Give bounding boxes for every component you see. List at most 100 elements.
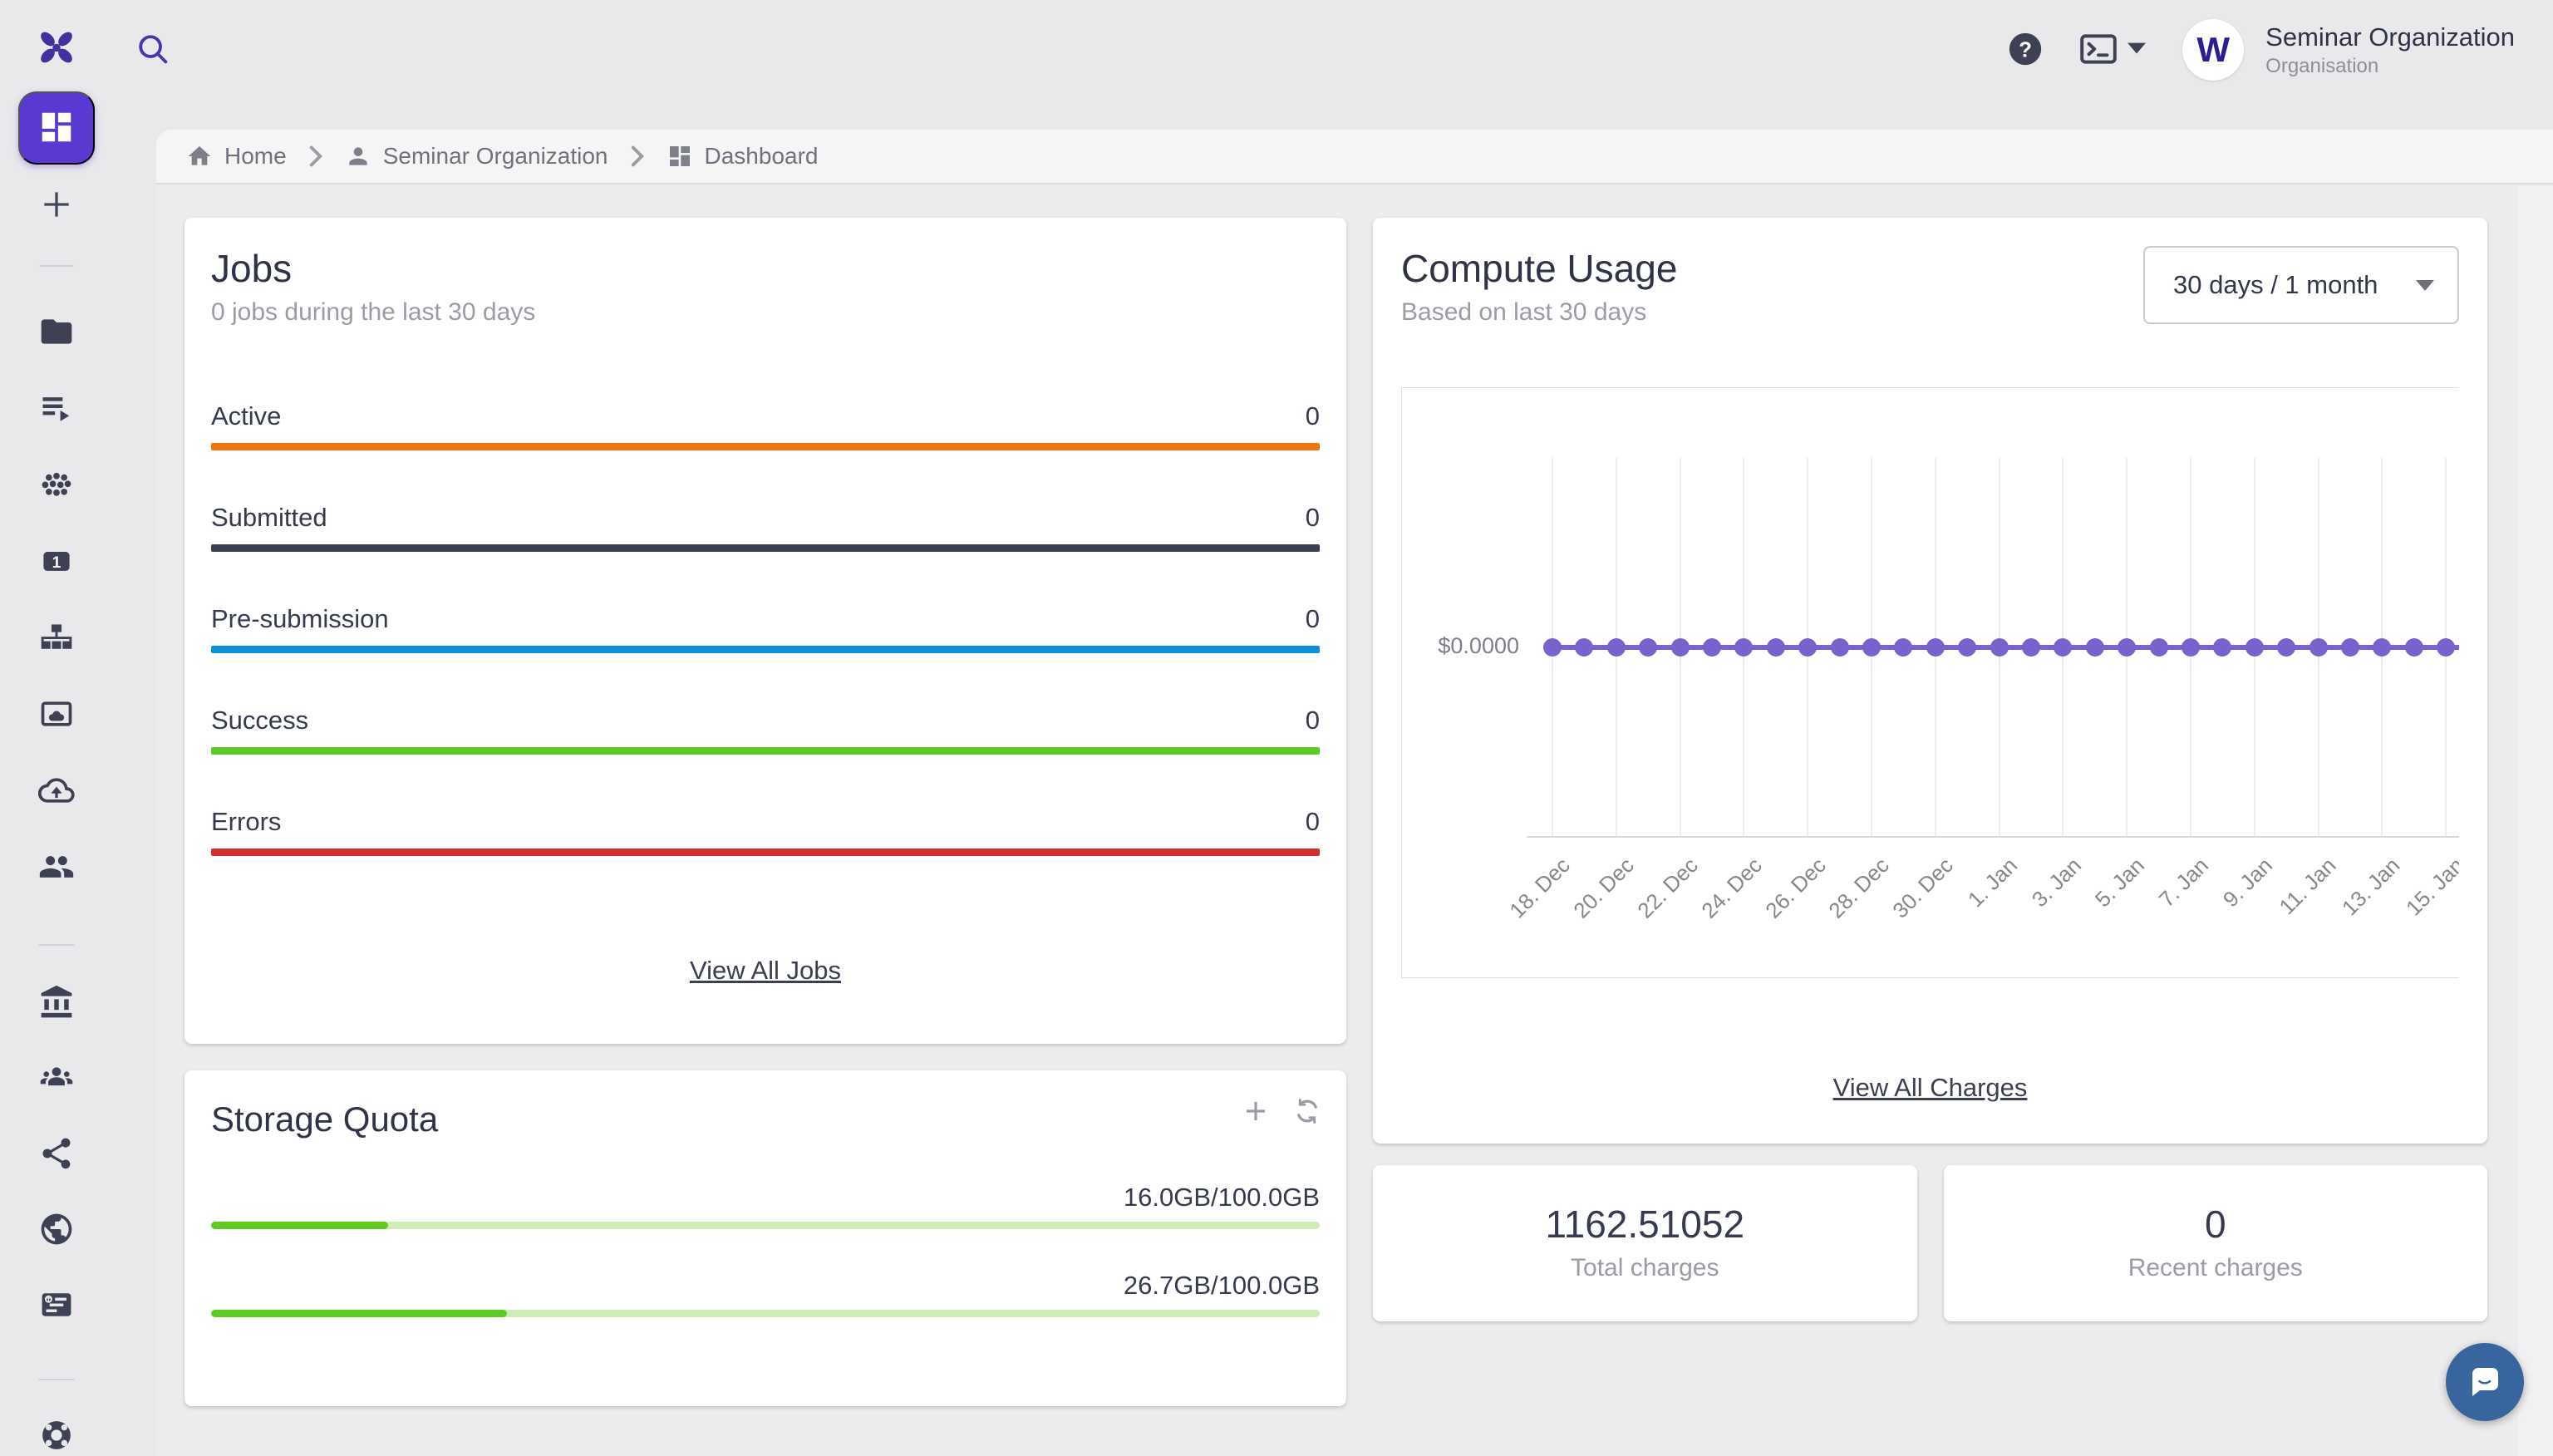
search-button[interactable] [133, 30, 173, 70]
chart-point[interactable] [1990, 638, 2009, 657]
sidebar-item-upload[interactable] [38, 772, 75, 811]
breadcrumb-home[interactable]: Home [186, 143, 287, 170]
sidebar-item-card[interactable]: 1 [38, 543, 75, 582]
topbar: ? W Seminar Organization Organisa [113, 0, 2553, 100]
view-all-jobs-link[interactable]: View All Jobs [211, 956, 1320, 986]
breadcrumb-label: Dashboard [705, 143, 819, 170]
sidebar-item-news[interactable] [38, 1286, 75, 1326]
sidebar-item-runs[interactable] [38, 390, 75, 429]
chart-point[interactable] [1958, 638, 1976, 657]
chart-point[interactable] [1767, 638, 1785, 657]
breadcrumb-label: Seminar Organization [383, 143, 608, 170]
caret-down-icon [2128, 42, 2146, 58]
chart-point[interactable] [2054, 638, 2072, 657]
dashboard-content: Jobs 0 jobs during the last 30 days Acti… [156, 184, 2553, 1406]
jobs-title: Jobs [211, 246, 1320, 291]
job-row-submitted: Submitted 0 [211, 502, 1320, 552]
chart-point[interactable] [2310, 638, 2328, 657]
org-subtitle: Organisation [2265, 54, 2515, 79]
sidebar-divider [39, 944, 74, 946]
date-range-select[interactable]: 30 days / 1 month [2143, 246, 2459, 324]
chart-point[interactable] [1639, 638, 1657, 657]
sidebar-item-support[interactable] [38, 1417, 75, 1456]
avatar[interactable]: W [2182, 19, 2244, 81]
storage-add-button[interactable] [1240, 1095, 1272, 1129]
chart-point[interactable] [2246, 638, 2264, 657]
support-icon [38, 1417, 75, 1456]
breadcrumb-dashboard[interactable]: Dashboard [667, 143, 819, 170]
left-column: Jobs 0 jobs during the last 30 days Acti… [184, 218, 1346, 1406]
help-icon: ? [2006, 30, 2044, 71]
chart-point[interactable] [2437, 638, 2455, 657]
chart-point[interactable] [2213, 638, 2231, 657]
chart-point[interactable] [2182, 638, 2200, 657]
breadcrumb: Home Seminar Organization Dashboard [156, 130, 2553, 184]
chart-point[interactable] [2118, 638, 2136, 657]
storage-meters: 16.0GB/100.0GB 26.7GB/100.0GB [211, 1182, 1320, 1317]
dashboard-grid-icon [667, 143, 693, 170]
chart-point[interactable] [1926, 638, 1945, 657]
help-button[interactable]: ? [2006, 30, 2044, 71]
storage-meter: 26.7GB/100.0GB [211, 1270, 1320, 1317]
sidebar-item-hierarchy[interactable] [38, 619, 75, 658]
chart-point[interactable] [2022, 638, 2040, 657]
chart-point[interactable] [2373, 638, 2391, 657]
storage-quota-title: Storage Quota [211, 1099, 1320, 1140]
job-status-label: Submitted [211, 502, 327, 534]
org-text: Seminar Organization Organisation [2265, 21, 2515, 79]
job-status-bar [211, 443, 1320, 450]
compute-usage-card: Compute Usage Based on last 30 days 30 d… [1373, 218, 2487, 1144]
storage-refresh-button[interactable] [1291, 1095, 1323, 1129]
sidebar-item-share[interactable] [38, 1135, 75, 1174]
storage-meter: 16.0GB/100.0GB [211, 1182, 1320, 1229]
breadcrumb-organization[interactable]: Seminar Organization [345, 143, 608, 170]
chart-point[interactable] [2277, 638, 2295, 657]
sidebar-add-button[interactable] [38, 186, 75, 225]
chart-point[interactable] [2405, 638, 2423, 657]
chevron-right-icon [308, 145, 323, 168]
chart-point[interactable] [1607, 638, 1626, 657]
chart-point[interactable] [1734, 638, 1753, 657]
chart-point[interactable] [1831, 638, 1849, 657]
compute-usage-title: Compute Usage [1401, 246, 1677, 291]
chart-point[interactable] [1543, 638, 1562, 657]
chart-point[interactable] [1703, 638, 1721, 657]
total-charges-card: 1162.51052 Total charges [1373, 1165, 1917, 1321]
sidebar-item-organization[interactable] [38, 984, 75, 1023]
cloud-upload-icon [38, 772, 75, 811]
recent-charges-label: Recent charges [2128, 1252, 2303, 1285]
sidebar-item-public[interactable] [38, 1211, 75, 1250]
sidebar-item-dashboard[interactable] [18, 91, 95, 165]
job-status-count: 0 [1306, 401, 1320, 432]
chart-point[interactable] [1798, 638, 1817, 657]
sidebar-item-members[interactable] [38, 1060, 75, 1099]
chart-point[interactable] [2086, 638, 2104, 657]
chart-point[interactable] [2341, 638, 2359, 657]
view-all-charges-link[interactable]: View All Charges [1401, 1073, 2459, 1103]
bank-icon [38, 984, 75, 1023]
home-icon [186, 143, 213, 170]
breadcrumb-label: Home [224, 143, 287, 170]
stats-row: 1162.51052 Total charges 0 Recent charge… [1373, 1165, 2487, 1321]
terminal-icon [2078, 28, 2119, 72]
card-one-icon: 1 [38, 543, 75, 582]
sidebar-item-apps[interactable] [38, 466, 75, 505]
search-icon [134, 58, 172, 71]
sidebar-item-folder[interactable] [38, 313, 75, 352]
terminal-menu-button[interactable] [2078, 28, 2146, 72]
sidebar-item-workspace[interactable] [38, 696, 75, 735]
sidebar-item-team[interactable] [38, 849, 75, 888]
compute-usage-subtitle: Based on last 30 days [1401, 296, 1677, 329]
job-status-bar [211, 747, 1320, 755]
chart-point[interactable] [1575, 638, 1593, 657]
chart-point[interactable] [1894, 638, 1912, 657]
chat-launcher-button[interactable] [2446, 1343, 2524, 1421]
chart-point[interactable] [2150, 638, 2168, 657]
chart-point[interactable] [1671, 638, 1690, 657]
jobs-card: Jobs 0 jobs during the last 30 days Acti… [184, 218, 1346, 1044]
storage-quota-card: Storage Quota [184, 1070, 1346, 1406]
job-status-label: Pre-submission [211, 603, 389, 635]
sidebar: 1 [0, 0, 113, 1456]
chart-point[interactable] [1862, 638, 1881, 657]
total-charges-label: Total charges [1571, 1252, 1719, 1285]
